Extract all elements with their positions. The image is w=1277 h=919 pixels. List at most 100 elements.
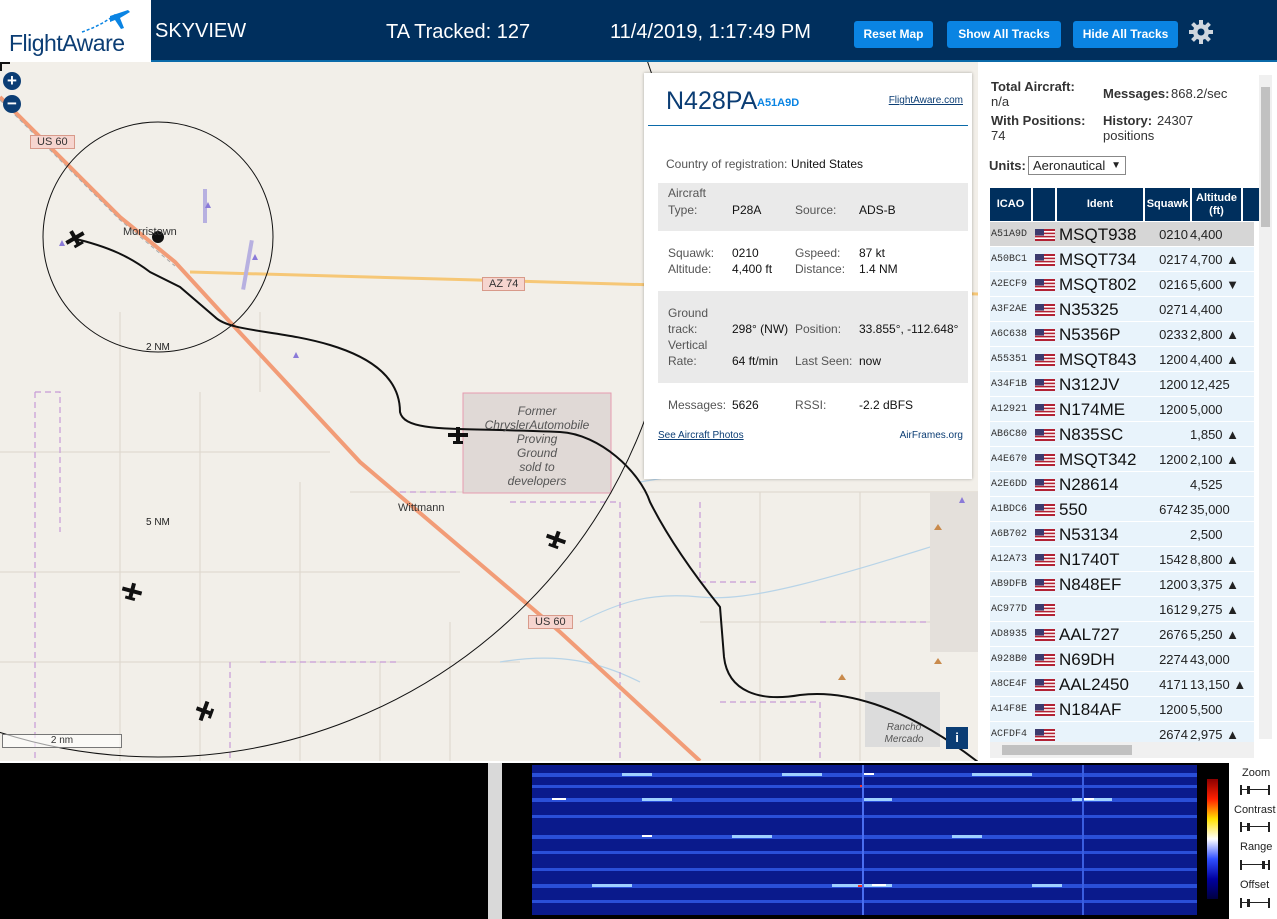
us60-shield-bottom: US 60 [528, 615, 573, 629]
zoom-slider[interactable] [1240, 785, 1270, 795]
table-row[interactable]: A34F1B N312JV 1200 12,425 [990, 372, 1254, 397]
panel-splitter[interactable] [488, 763, 502, 919]
units-select[interactable]: Aeronautical ▼ [1028, 156, 1126, 175]
ring-2nm-label: 2 NM [146, 342, 170, 353]
flightaware-link[interactable]: FlightAware.com [889, 95, 963, 106]
table-row[interactable]: A12A73 N1740T 1542 8,800 ▲ [990, 547, 1254, 572]
show-all-tracks-button[interactable]: Show All Tracks [947, 21, 1061, 48]
flightaware-logo[interactable]: FlightAware [0, 0, 151, 62]
row-squawk: 0210 [1159, 227, 1188, 242]
zoom-in-button[interactable]: + [3, 72, 21, 90]
table-row[interactable]: A55351 MSQT843 1200 4,400 ▲ [990, 347, 1254, 372]
row-icao: A3F2AE [991, 304, 1028, 315]
us-flag-icon [1035, 554, 1055, 566]
us-flag-icon [1035, 304, 1055, 316]
altitude-value: 4,400 ft [732, 262, 773, 276]
row-altitude: 5,250 ▲ [1190, 627, 1240, 642]
table-row[interactable]: A1BDC6 550 6742 35,000 [990, 497, 1254, 522]
table-row[interactable]: A3F2AE N35325 0271 4,400 [990, 297, 1254, 322]
lastseen-label: Last Seen: [795, 354, 853, 368]
chevron-down-icon: ▼ [1111, 160, 1121, 171]
units-label: Units: [989, 158, 1026, 173]
sidebar-vertical-scrollbar[interactable] [1259, 75, 1272, 739]
row-icao: AB6C80 [991, 429, 1028, 440]
zoom-out-button[interactable]: − [3, 95, 21, 113]
zoom-control-label: Zoom [1242, 767, 1271, 779]
airframes-link[interactable]: AirFrames.org [900, 430, 963, 441]
row-ident: AAL2450 [1059, 675, 1129, 694]
table-row[interactable]: A12921 N174ME 1200 5,000 [990, 397, 1254, 422]
us-flag-icon [1035, 229, 1055, 241]
row-squawk: 4171 [1159, 677, 1188, 692]
col-altitude[interactable]: Altitude (ft) [1192, 188, 1243, 221]
row-ident: MSQT802 [1059, 275, 1137, 294]
row-ident: MSQT843 [1059, 350, 1137, 369]
az74-shield: AZ 74 [482, 277, 526, 291]
scrollbar-thumb[interactable] [1261, 87, 1270, 227]
table-row[interactable]: A6B702 N53134 2,500 [990, 522, 1254, 547]
row-icao: ACFDF4 [991, 729, 1028, 740]
aircraft-table-header: ICAO Ident Squawk Altitude (ft) [990, 188, 1260, 221]
row-ident: N1740T [1059, 550, 1120, 569]
row-altitude: 5,000 [1190, 402, 1223, 417]
app-title: SKYVIEW [155, 20, 247, 42]
row-squawk: 1200 [1159, 702, 1188, 717]
row-icao: A928B0 [991, 654, 1028, 665]
hide-all-tracks-button[interactable]: Hide All Tracks [1073, 21, 1178, 48]
offset-slider[interactable] [1240, 898, 1270, 908]
col-squawk[interactable]: Squawk [1145, 188, 1192, 221]
messages-rate-value: 868.2/sec [1171, 86, 1228, 101]
gear-icon[interactable] [1188, 19, 1214, 45]
col-flag[interactable] [1033, 188, 1057, 221]
row-altitude: 4,525 [1190, 477, 1223, 492]
row-altitude: 8,800 ▲ [1190, 552, 1240, 567]
row-ident: AAL727 [1059, 625, 1120, 644]
row-squawk: 1200 [1159, 352, 1188, 367]
row-ident: MSQT734 [1059, 250, 1137, 269]
history-label: History: [1103, 113, 1153, 128]
scale-bar: 2 nm [2, 734, 122, 748]
row-altitude: 5,500 [1190, 702, 1223, 717]
aircraft-type-value: P28A [732, 203, 762, 217]
contrast-slider[interactable] [1240, 822, 1270, 832]
table-row[interactable]: A928B0 N69DH 2274 43,000 [990, 647, 1254, 672]
reset-map-button[interactable]: Reset Map [854, 21, 933, 48]
aircraft-photos-link[interactable]: See Aircraft Photos [658, 430, 744, 441]
track-value: 298° (NW) [732, 322, 789, 336]
col-ident[interactable]: Ident [1057, 188, 1145, 221]
row-squawk: 2274 [1159, 652, 1188, 667]
table-row[interactable]: A4E670 MSQT342 1200 2,100 ▲ [990, 447, 1254, 472]
col-icao[interactable]: ICAO [990, 188, 1033, 221]
info-button[interactable]: i [946, 727, 968, 749]
table-row[interactable]: A14F8E N184AF 1200 5,500 [990, 697, 1254, 722]
row-squawk: 0216 [1159, 277, 1188, 292]
row-icao: A34F1B [991, 379, 1028, 390]
table-row[interactable]: A6C638 N5356P 0233 2,800 ▲ [990, 322, 1254, 347]
row-icao: A51A9D [991, 229, 1028, 240]
table-row[interactable]: AB9DFB N848EF 1200 3,375 ▲ [990, 572, 1254, 597]
source-label: Source: [795, 203, 837, 217]
table-horizontal-scrollbar[interactable] [990, 742, 1254, 758]
range-slider[interactable] [1240, 860, 1270, 870]
country-label: Country of registration: [666, 157, 788, 171]
row-squawk: 1612 [1159, 602, 1188, 617]
table-row[interactable]: AC977D 1612 9,275 ▲ [990, 597, 1254, 622]
table-row[interactable]: A51A9D MSQT938 0210 4,400 [990, 222, 1254, 247]
table-row[interactable]: A8CE4F AAL2450 4171 13,150 ▲ [990, 672, 1254, 697]
table-row[interactable]: AD8935 AAL727 2676 5,250 ▲ [990, 622, 1254, 647]
vrate-label: Vertical [668, 338, 708, 352]
table-row[interactable]: A50BC1 MSQT734 0217 4,700 ▲ [990, 247, 1254, 272]
distance-value: 1.4 NM [859, 262, 898, 276]
table-row[interactable]: AB6C80 N835SC 1,850 ▲ [990, 422, 1254, 447]
aircraft-type-label-2: Type: [668, 203, 698, 217]
us-flag-icon [1035, 329, 1055, 341]
row-squawk: 1200 [1159, 577, 1188, 592]
us-flag-icon [1035, 379, 1055, 391]
row-altitude: 12,425 [1190, 377, 1230, 392]
row-icao: A1BDC6 [991, 504, 1028, 515]
hscroll-thumb[interactable] [1002, 745, 1132, 755]
waterfall-display[interactable] [532, 765, 1197, 915]
aircraft-detail-panel: N428PA A51A9D FlightAware.com Country of… [644, 73, 972, 479]
table-row[interactable]: A2E6DD N28614 4,525 [990, 472, 1254, 497]
table-row[interactable]: A2ECF9 MSQT802 0216 5,600 ▼ [990, 272, 1254, 297]
